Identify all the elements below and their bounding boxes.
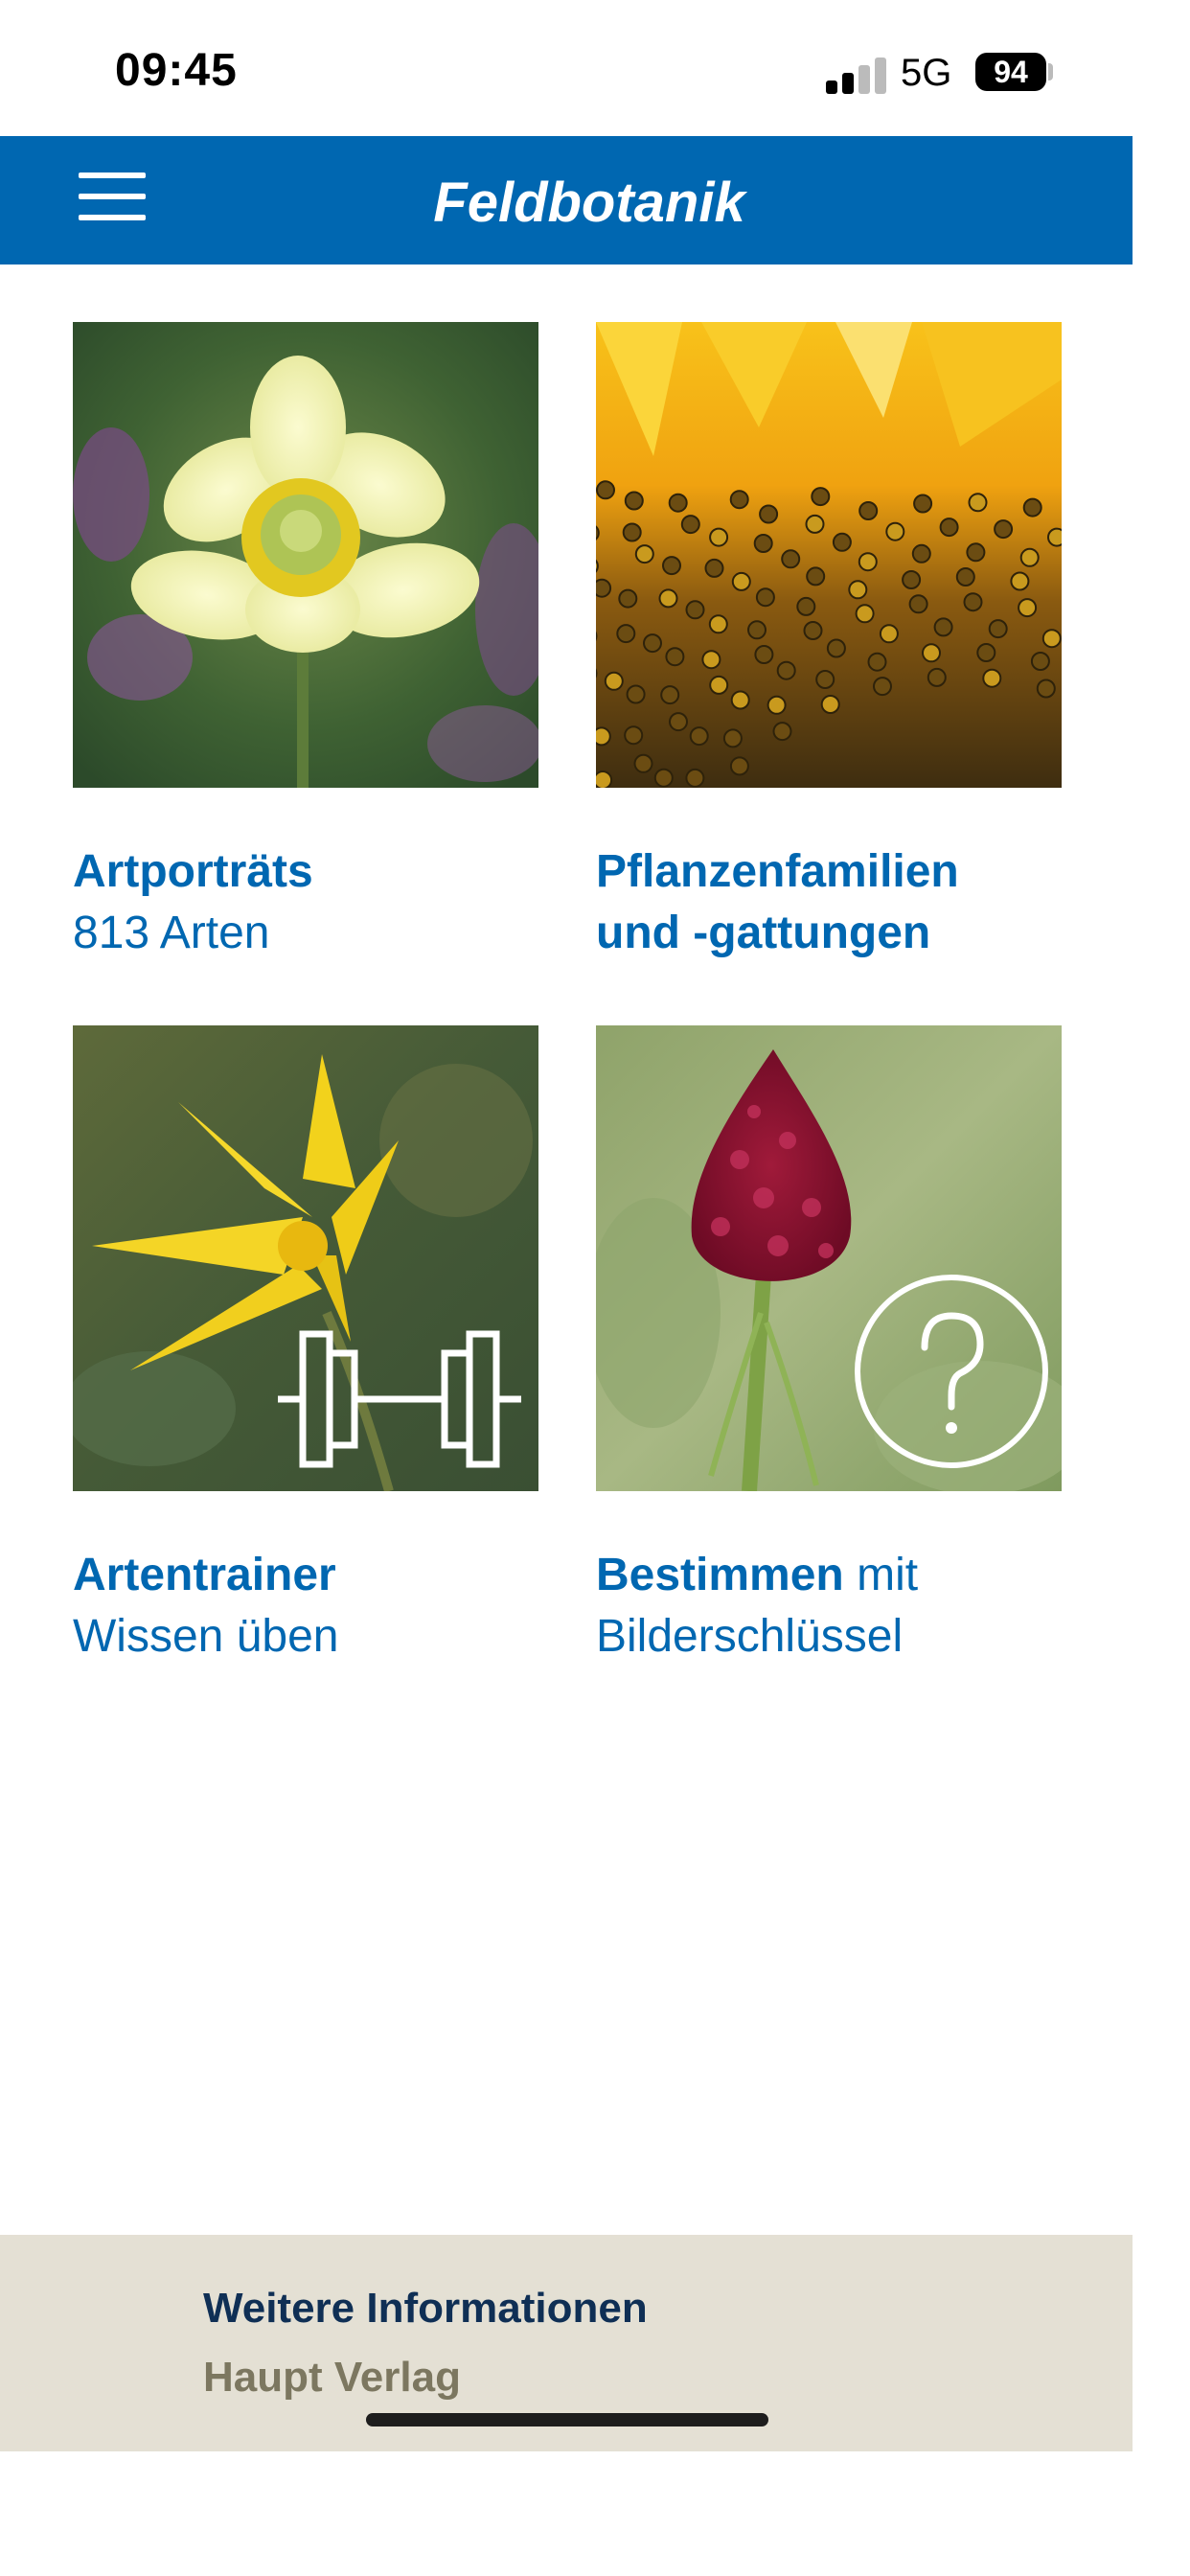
tile-pflanzenfamilien[interactable]: Pflanzenfamilien und -gattungen — [596, 322, 1062, 964]
tile-subtitle: 813 Arten — [73, 908, 270, 958]
app-title: Feldbotanik — [433, 172, 745, 234]
question-circle-icon — [855, 1275, 1048, 1468]
tile-caption: Bestimmen mit Bilderschlüssel — [596, 1545, 1062, 1668]
pasque-flower-photo — [73, 322, 538, 788]
tile-title-suffix: mit — [843, 1550, 919, 1600]
home-indicator — [366, 2413, 768, 2426]
tile-caption: Artporträts 813 Arten — [73, 841, 538, 964]
tile-bestimmen[interactable]: Bestimmen mit Bilderschlüssel — [596, 1025, 1062, 1668]
yellow-tulip-photo — [73, 1025, 538, 1491]
tile-subtitle: Bilderschlüssel — [596, 1611, 904, 1662]
tile-title: Pflanzenfamilien — [596, 846, 959, 897]
tile-caption: Artentrainer Wissen üben — [73, 1545, 538, 1668]
sunflower-closeup-photo — [596, 322, 1062, 788]
tile-artportraets[interactable]: Artporträts 813 Arten — [73, 322, 538, 964]
tile-artentrainer[interactable]: Artentrainer Wissen üben — [73, 1025, 538, 1668]
status-bar: 09:45 5G 94 — [0, 0, 1190, 136]
tile-subtitle: und -gattungen — [596, 908, 931, 958]
app-header: Feldbotanik — [0, 136, 1133, 264]
tile-title: Artporträts — [73, 846, 313, 897]
battery-icon: 94 — [975, 53, 1046, 91]
tile-caption: Pflanzenfamilien und -gattungen — [596, 841, 1062, 964]
footer-publisher: Haupt Verlag — [203, 2354, 461, 2401]
battery-level: 94 — [994, 55, 1028, 89]
battery-tip — [1048, 63, 1053, 80]
black-vanilla-orchid-photo — [596, 1025, 1062, 1491]
status-time: 09:45 — [115, 45, 238, 96]
signal-strength-icon — [826, 56, 887, 94]
dumbbell-icon — [278, 1330, 521, 1468]
network-type: 5G — [901, 52, 952, 94]
footer-title[interactable]: Weitere Informationen — [203, 2285, 648, 2333]
tile-title: Bestimmen — [596, 1550, 844, 1600]
tile-title: Artentrainer — [73, 1550, 336, 1600]
tile-subtitle: Wissen üben — [73, 1611, 339, 1662]
